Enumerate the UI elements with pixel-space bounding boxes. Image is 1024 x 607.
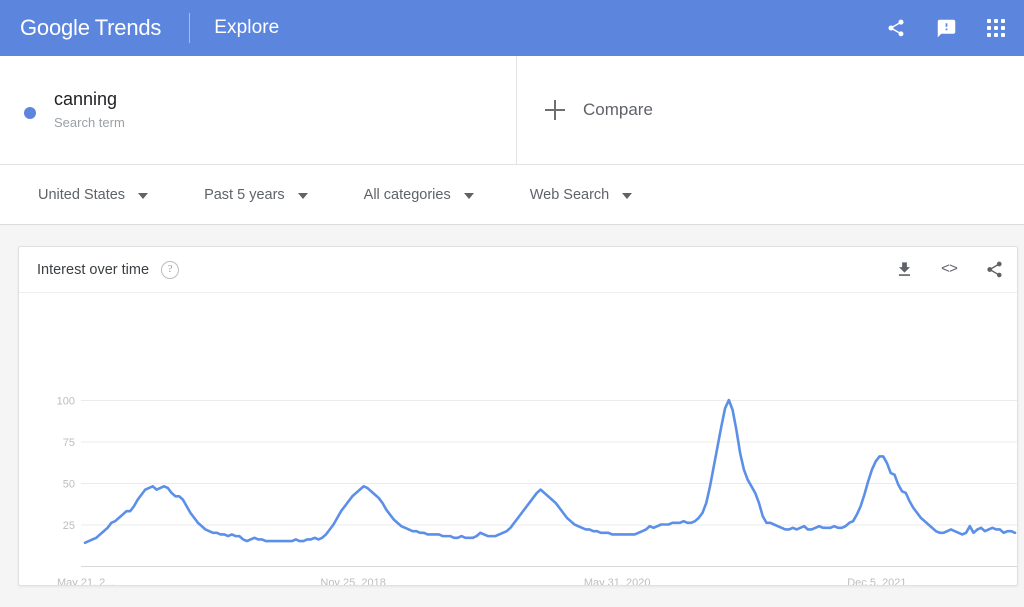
card-header: Interest over time ? <> — [19, 247, 1017, 293]
search-term-text: canning Search term — [54, 87, 125, 133]
share-icon[interactable] — [983, 259, 1005, 281]
filter-time-range[interactable]: Past 5 years — [204, 187, 308, 203]
chevron-down-icon — [463, 192, 474, 199]
chart-gridlines — [81, 400, 1017, 526]
y-axis-tick-label: 25 — [63, 520, 75, 532]
feedback-icon[interactable] — [934, 16, 958, 40]
y-axis-tick-label: 75 — [63, 437, 75, 449]
chevron-down-icon — [622, 192, 633, 199]
chart-area[interactable]: 25 50 75 100 May 21, 2... Nov 25, 2018 May 31… — [19, 293, 1017, 585]
page-title: Interest over time — [37, 261, 150, 278]
x-axis-tick-label: May 31, 2020 — [584, 577, 651, 585]
chevron-down-icon — [138, 192, 149, 199]
google-trends-logo[interactable]: Google Trends — [20, 15, 161, 41]
series-color-dot — [24, 107, 36, 119]
filter-location-label: United States — [38, 186, 126, 203]
apps-grid-shape — [987, 19, 1005, 37]
help-icon[interactable]: ? — [161, 260, 180, 279]
compare-label: Compare — [583, 100, 653, 119]
card-container: Interest over time ? <> 25 50 75 100 May… — [0, 225, 1024, 586]
x-axis-tick-label: Nov 25, 2018 — [320, 577, 385, 585]
filter-category-label: All categories — [363, 186, 451, 203]
card-actions: <> — [893, 259, 1007, 281]
download-icon[interactable] — [893, 259, 915, 281]
search-term-label: canning — [54, 89, 118, 109]
filter-category[interactable]: All categories — [364, 187, 474, 203]
chevron-down-icon — [297, 192, 308, 199]
search-term-card[interactable]: canning Search term — [0, 56, 517, 164]
compare-button[interactable]: Compare — [517, 56, 1024, 164]
app-bar: Google Trends Explore — [0, 0, 1024, 56]
embed-icon[interactable]: <> — [938, 259, 960, 281]
chart-x-axis-labels: May 21, 2... Nov 25, 2018 May 31, 2020 Dec … — [57, 577, 907, 585]
app-bar-divider — [189, 13, 191, 43]
interest-over-time-card: Interest over time ? <> 25 50 75 100 May… — [18, 246, 1018, 586]
interest-over-time-chart[interactable]: 25 50 75 100 May 21, 2... Nov 25, 2018 May 31… — [19, 293, 1018, 585]
share-icon[interactable] — [884, 16, 908, 40]
logo-google-text: Google — [20, 15, 90, 40]
y-axis-tick-label: 100 — [57, 396, 75, 408]
plus-icon — [545, 100, 565, 120]
app-bar-actions — [884, 16, 1024, 40]
filter-search-type-label: Web Search — [529, 186, 610, 203]
x-axis-tick-label: Dec 5, 2021 — [847, 577, 906, 585]
y-axis-tick-label: 50 — [63, 479, 75, 491]
filter-location[interactable]: United States — [38, 186, 149, 203]
trend-line — [83, 398, 1017, 545]
google-apps-icon[interactable] — [984, 16, 1008, 40]
logo-trends-text: Trends — [94, 15, 162, 40]
filter-search-type[interactable]: Web Search — [530, 187, 633, 203]
query-row: canning Search term Compare — [0, 56, 1024, 165]
x-axis-tick-label: May 21, 2... — [57, 577, 114, 585]
explore-title: Explore — [214, 17, 280, 38]
filter-time-range-label: Past 5 years — [204, 186, 285, 203]
search-term-type: Search term — [54, 115, 125, 130]
chart-y-axis-labels: 25 50 75 100 — [57, 396, 75, 533]
filter-bar: United States Past 5 years All categorie… — [0, 165, 1024, 225]
